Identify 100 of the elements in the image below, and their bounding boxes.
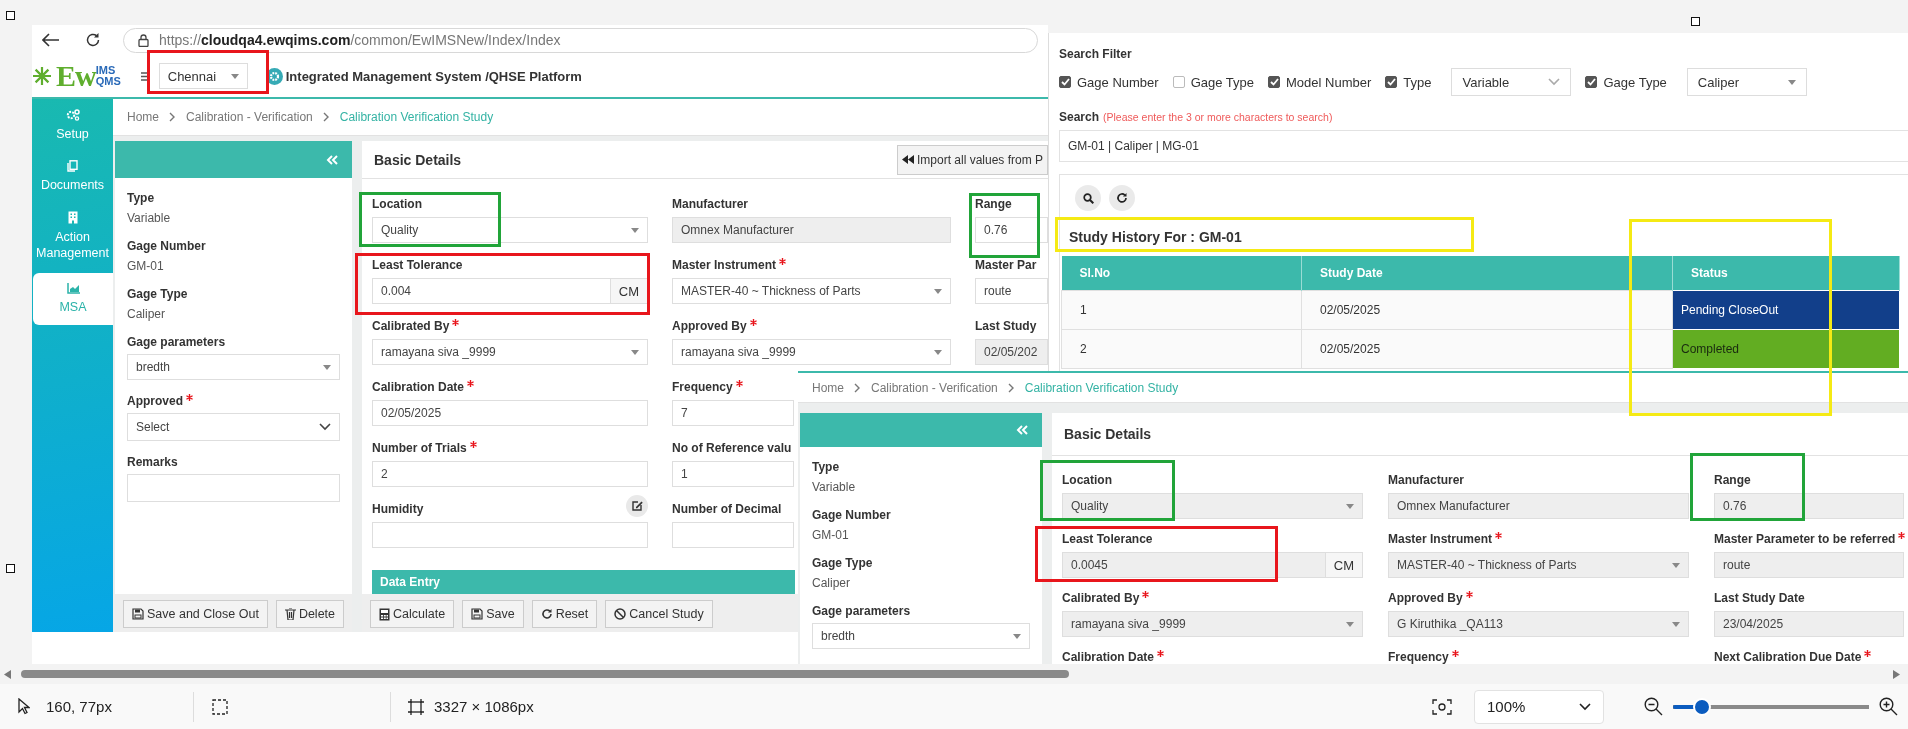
scroll-right-icon[interactable]	[1893, 669, 1900, 679]
menu-icon[interactable]	[140, 71, 150, 81]
select-field[interactable]: MASTER-40 ~ Thickness of Parts	[672, 278, 951, 304]
breadcrumb-item: Calibration Verification Study	[1024, 380, 1179, 395]
calculate-button[interactable]: Calculate	[370, 600, 455, 628]
breadcrumb-item[interactable]: Home	[127, 110, 159, 124]
selection-handle[interactable]	[6, 11, 15, 20]
input-field[interactable]: 0.76	[975, 217, 1048, 243]
table-cell: 02/05/2025	[1301, 329, 1673, 369]
field-value: Variable	[812, 480, 857, 494]
field-label: Gage Type	[812, 556, 873, 570]
column-header: Sl.No	[1061, 256, 1302, 291]
required-icon	[1142, 591, 1150, 598]
cancel-button[interactable]: Cancel Study	[605, 600, 713, 628]
field-label: Humidity	[372, 502, 424, 516]
selection-handle[interactable]	[1691, 17, 1700, 26]
filter-title: Search Filter	[1059, 46, 1133, 62]
field-label: Least Tolerance	[1062, 532, 1153, 546]
input-field[interactable]: 02/05/2025	[372, 400, 648, 426]
zoom-dropdown[interactable]: 100%	[1474, 689, 1604, 724]
checkbox[interactable]	[1172, 76, 1185, 88]
field-label: Type	[127, 191, 155, 205]
field-value: Caliper	[127, 307, 166, 321]
selection-handle[interactable]	[6, 564, 15, 573]
search-field[interactable]: GM-01 | Caliper | MG-01	[1059, 130, 1908, 162]
selection-icon[interactable]	[212, 698, 228, 715]
cursor-position: 160, 77px	[46, 698, 113, 715]
select-field[interactable]: Variable	[1451, 68, 1572, 96]
field-value: GM-01	[812, 528, 850, 542]
select-field[interactable]: Caliper	[1686, 68, 1807, 96]
checkbox-label: Gage Type	[1190, 74, 1255, 90]
breadcrumb-item: Calibration Verification Study	[339, 110, 494, 124]
zoom-out-icon[interactable]	[1644, 697, 1663, 716]
required-icon	[1451, 650, 1459, 657]
checkbox[interactable]	[1585, 76, 1598, 88]
select-field[interactable]: ramayana siva _9999	[672, 339, 951, 365]
documents-icon	[67, 160, 78, 172]
input-field[interactable]: 0.004	[372, 278, 611, 304]
checkbox-label: Type	[1403, 74, 1432, 90]
logo-text: QMS	[95, 76, 121, 87]
logo-text: IMS	[95, 65, 117, 76]
input-field[interactable]	[127, 474, 340, 502]
select-field[interactable]: bredth	[127, 354, 340, 380]
reload-icon[interactable]	[85, 32, 101, 48]
field-label: Frequency	[1388, 650, 1449, 664]
required-icon	[467, 380, 474, 387]
required-icon	[452, 319, 460, 326]
save-close-button[interactable]: Save and Close Out	[123, 600, 268, 628]
input-field[interactable]: 1	[672, 461, 794, 487]
field-label: Approved By	[672, 319, 747, 333]
input-field[interactable]: Omnex Manufacturer	[672, 217, 951, 243]
reset-button[interactable]: Reset	[531, 600, 598, 628]
field-label: Frequency	[672, 380, 733, 394]
import-button[interactable]: Import all values from P	[896, 144, 1048, 175]
refresh-button[interactable]	[1109, 185, 1135, 211]
back-icon[interactable]	[42, 33, 60, 47]
save-button[interactable]: Save	[462, 600, 524, 628]
column-header: Status	[1672, 256, 1900, 291]
checkbox[interactable]	[1059, 76, 1071, 88]
slider-thumb[interactable]	[1693, 697, 1712, 716]
input-field[interactable]: 02/05/202	[975, 339, 1048, 365]
breadcrumb-item[interactable]: Calibration - Verification	[186, 110, 313, 124]
edit-icon[interactable]	[626, 495, 648, 517]
location-select[interactable]: Chennai	[158, 63, 248, 89]
chevron-right-icon	[169, 112, 176, 122]
search-button[interactable]	[1075, 185, 1101, 211]
search-hint: (Please enter the 3 or more characters to search)	[1103, 111, 1333, 123]
caret-icon	[323, 364, 331, 370]
cancel-icon	[614, 608, 627, 620]
checkbox[interactable]	[1268, 76, 1281, 88]
input-field[interactable]	[672, 522, 794, 548]
field-label: Number of Trials	[372, 441, 467, 455]
calculator-icon	[379, 607, 390, 621]
dimensions-icon	[408, 698, 424, 715]
input-field[interactable]: route	[975, 278, 1048, 304]
field-value: Variable	[127, 211, 172, 225]
checkbox[interactable]	[1385, 76, 1398, 88]
field-label: Type	[812, 460, 840, 474]
zoom-in-icon[interactable]	[1879, 697, 1898, 716]
scrollbar-thumb[interactable]	[21, 670, 1069, 678]
field-label: Next Calibration Due Date	[1714, 650, 1862, 664]
field-label: Range	[975, 197, 1012, 211]
rewind-icon	[901, 155, 914, 164]
chevron-down-icon	[319, 423, 331, 431]
required-icon	[1898, 532, 1906, 539]
input-field[interactable]: 7	[672, 400, 794, 426]
chevron-down-icon	[1579, 702, 1591, 711]
input-field[interactable]	[372, 522, 648, 548]
status-cell: Pending CloseOut	[1672, 290, 1900, 330]
section-title: Basic Details	[1064, 426, 1152, 442]
select-field[interactable]: Select	[127, 413, 340, 441]
scroll-left-icon[interactable]	[4, 669, 11, 679]
logo-text: Ew	[56, 59, 96, 93]
delete-button[interactable]: Delete	[275, 600, 344, 628]
field-label: Least Tolerance	[372, 258, 463, 272]
field-label: Gage parameters	[812, 604, 911, 618]
select-field[interactable]: Quality	[372, 217, 648, 243]
fit-to-window-icon[interactable]	[1432, 698, 1452, 715]
input-field[interactable]: 2	[372, 461, 648, 487]
select-field[interactable]: ramayana siva _9999	[372, 339, 648, 365]
